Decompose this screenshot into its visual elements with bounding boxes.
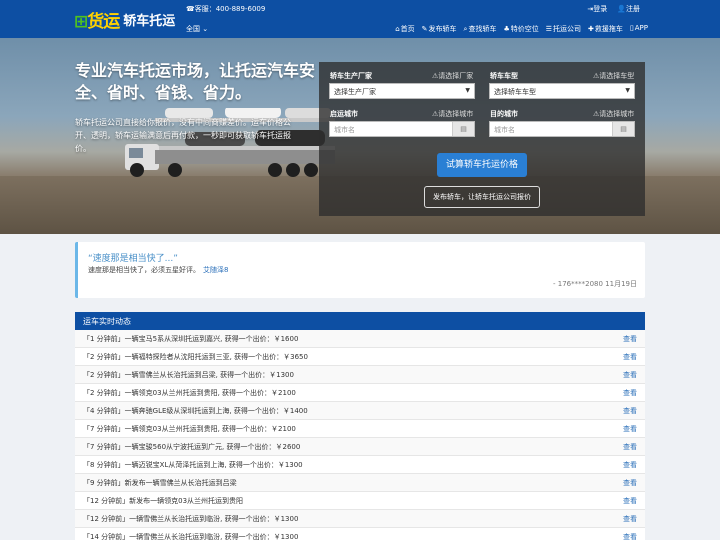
list-icon: ☰ [545, 25, 553, 33]
nav-find-car[interactable]: ⌕查找轿车 [464, 24, 497, 34]
register-link[interactable]: 👤注册 [617, 4, 640, 14]
nav-app[interactable]: ▯APP [630, 24, 648, 34]
list-item: 「12 分钟前」一辆雪佛兰从长治托运到临汾, 获得一个出价：￥1300 查看 [75, 510, 645, 528]
search-icon: ⌕ [463, 25, 468, 33]
testimonial-meta: - 176****2080 11月19日 [553, 280, 637, 288]
site-logo[interactable]: ⊞货运 轿车托运 [74, 6, 175, 32]
view-link[interactable]: 查看 [623, 352, 637, 362]
feed-title: 运车实时动态 [75, 312, 645, 330]
list-item: 「8 分钟前」一辆迈锐宝XL从菏泽托运到上海, 获得一个出价：￥1300 查看 [75, 456, 645, 474]
origin-label: 启运城市 [330, 110, 358, 118]
main-nav: ⌂首页 ✎发布轿车 ⌕查找轿车 ♣特价空位 ☰托运公司 ✚救援拖车 ▯APP [395, 24, 648, 34]
chevron-down-icon: ▼ [625, 87, 630, 94]
nav-special[interactable]: ♣特价空位 [503, 24, 538, 34]
tag-icon: ♣ [503, 25, 510, 33]
view-link[interactable]: 查看 [623, 424, 637, 434]
view-link[interactable]: 查看 [623, 496, 637, 506]
list-item: 「7 分钟前」一辆领克03从兰州托运到贵阳, 获得一个出价：￥2100 查看 [75, 420, 645, 438]
view-link[interactable]: 查看 [623, 406, 637, 416]
plus-icon: ✚ [588, 25, 594, 33]
view-link[interactable]: 查看 [623, 388, 637, 398]
view-link[interactable]: 查看 [623, 514, 637, 524]
model-label: 轿车车型 [490, 72, 518, 80]
list-item: 「9 分钟前」新发布一辆雪佛兰从长治托运到吕梁 查看 [75, 474, 645, 492]
nav-post-car[interactable]: ✎发布轿车 [422, 24, 457, 34]
destination-city-input[interactable]: 城市名 ▤ [489, 121, 635, 137]
logo-main-text: ⊞货运 [74, 11, 120, 32]
view-link[interactable]: 查看 [623, 478, 637, 488]
nav-companies[interactable]: ☰托运公司 [546, 24, 581, 34]
home-icon: ⌂ [395, 25, 400, 33]
login-link[interactable]: ⇥登录 [587, 4, 607, 14]
hero-title: 专业汽车托运市场，让托运汽车安全、省时、省钱、省力。 [75, 61, 316, 102]
list-item: 「2 分钟前」一辆领克03从兰州托运到贵阳, 获得一个出价：￥2100 查看 [75, 384, 645, 402]
list-item: 「2 分钟前」一辆福特探险者从沈阳托运到三亚, 获得一个出价：￥3650 查看 [75, 348, 645, 366]
auth-links: ⇥登录 👤注册 [587, 4, 640, 14]
list-item: 「1 分钟前」一辆宝马5系从深圳托运到嘉兴, 获得一个出价：￥1600 查看 [75, 330, 645, 348]
testimonial-body: 速度那是相当快了，必须五星好评。 艾随泽8 [88, 266, 229, 274]
view-link[interactable]: 查看 [623, 370, 637, 380]
hero-description: 轿车托运公司直接给你报价，没有中间商赚差价。运车价格公开、透明，轿车运输满意后再… [75, 118, 291, 153]
city-picker-icon[interactable]: ▤ [612, 122, 634, 136]
city-selector[interactable]: 全国 ⌄ [186, 24, 208, 34]
model-hint: ⚠请选择车型 [593, 72, 635, 80]
origin-city-input[interactable]: 城市名 ▤ [329, 121, 475, 137]
testimonial-card: “速度那是相当快了...” 速度那是相当快了，必须五星好评。 艾随泽8 - 176… [75, 242, 645, 298]
origin-hint: ⚠请选择城市 [432, 110, 474, 118]
chevron-down-icon: ▼ [465, 87, 470, 94]
list-item: 「4 分钟前」一辆奔驰GLE级从深圳托运到上海, 获得一个出价：￥1400 查看 [75, 402, 645, 420]
view-link[interactable]: 查看 [623, 442, 637, 452]
list-item: 「2 分钟前」一辆雪佛兰从长治托运到吕梁, 获得一个出价：￥1300 查看 [75, 366, 645, 384]
edit-icon: ✎ [421, 25, 428, 33]
chevron-down-icon: ⌄ [202, 25, 209, 33]
city-label: 全国 [186, 25, 200, 33]
model-select[interactable]: 选择轿车车型 ▼ [489, 83, 635, 99]
top-header: ⊞货运 轿车托运 ☎客服：400-889-6009 全国 ⌄ ⇥登录 👤注册 ⌂… [0, 0, 720, 38]
list-item: 「14 分钟前」一辆雪佛兰从长治托运到临汾, 获得一个出价：￥1300 查看 [75, 528, 645, 540]
calculate-price-button[interactable]: 试算轿车托运价格 [437, 153, 527, 177]
city-picker-icon[interactable]: ▤ [452, 122, 474, 136]
hotline: ☎客服：400-889-6009 [186, 5, 266, 13]
view-link[interactable]: 查看 [623, 460, 637, 470]
feed-list: 「1 分钟前」一辆宝马5系从深圳托运到嘉兴, 获得一个出价：￥1600 查看 「2… [75, 330, 645, 540]
maker-select[interactable]: 选择生产厂家 ▼ [329, 83, 475, 99]
destination-hint: ⚠请选择城市 [593, 110, 635, 118]
list-item: 「12 分钟前」新发布一辆领克03从兰州托运到贵阳 查看 [75, 492, 645, 510]
logo-sub-text: 轿车托运 [123, 13, 176, 29]
testimonial-author[interactable]: 艾随泽8 [203, 266, 228, 274]
testimonial-quote: “速度那是相当快了...” [88, 254, 178, 264]
nav-rescue[interactable]: ✚救援拖车 [588, 24, 623, 34]
view-link[interactable]: 查看 [623, 334, 637, 344]
view-link[interactable]: 查看 [623, 532, 637, 540]
shipping-feed: 运车实时动态 「1 分钟前」一辆宝马5系从深圳托运到嘉兴, 获得一个出价：￥16… [75, 312, 645, 540]
user-icon: 👤 [617, 5, 626, 13]
maker-label: 轿车生产厂家 [330, 72, 372, 80]
hero-banner: 专业汽车托运市场，让托运汽车安全、省时、省钱、省力。 轿车托运公司直接给你报价，… [0, 38, 720, 234]
destination-label: 目的城市 [490, 110, 518, 118]
list-item: 「7 分钟前」一辆宝骏560从宁波托运到广元, 获得一个出价：￥2600 查看 [75, 438, 645, 456]
nav-home[interactable]: ⌂首页 [395, 24, 414, 34]
post-car-button[interactable]: 发布轿车，让轿车托运公司报价 [424, 186, 540, 208]
maker-hint: ⚠请选择厂家 [432, 72, 474, 80]
phone-icon: ▯ [629, 24, 634, 32]
